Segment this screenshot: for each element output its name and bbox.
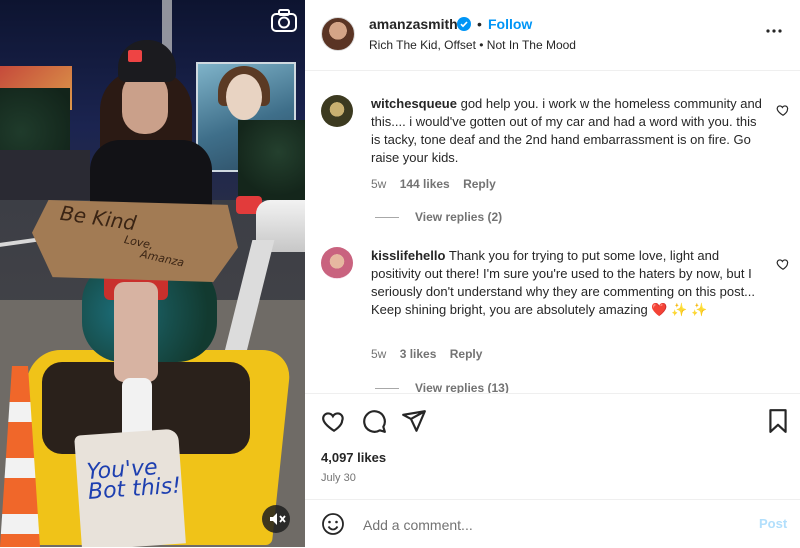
comment-username[interactable]: kisslifehello bbox=[371, 248, 445, 263]
more-options-icon[interactable] bbox=[765, 22, 783, 40]
comment-like-icon[interactable] bbox=[776, 257, 790, 271]
comment-likes[interactable]: 3 likes bbox=[400, 347, 437, 361]
post-button[interactable]: Post bbox=[759, 516, 787, 531]
sign-text: Be Kind bbox=[58, 200, 138, 236]
camera-icon[interactable] bbox=[270, 8, 298, 34]
comments-list: witchesqueue god help you. i work w the … bbox=[305, 71, 800, 393]
comment-icon[interactable] bbox=[361, 408, 387, 434]
bag-text: You've Bot this! bbox=[85, 455, 182, 505]
separator-dot: • bbox=[477, 16, 482, 32]
comment-meta: 5w 3 likes Reply bbox=[371, 347, 492, 361]
post-details: amanzasmith • Follow Rich The Kid, Offse… bbox=[305, 0, 800, 547]
comment-username[interactable]: witchesqueue bbox=[371, 96, 457, 111]
replies-divider bbox=[375, 388, 399, 390]
trees-right bbox=[238, 120, 305, 200]
comment-body: witchesqueue god help you. i work w the … bbox=[371, 95, 767, 167]
verified-badge-icon bbox=[457, 17, 471, 31]
legs bbox=[114, 282, 158, 382]
sign-signature: Amanza bbox=[139, 247, 186, 270]
post-media[interactable]: Be Kind Love, Amanza You've Bot this! bbox=[0, 0, 305, 547]
comment-body: kisslifehello Thank you for trying to pu… bbox=[371, 247, 767, 319]
replies-divider bbox=[375, 217, 399, 219]
speaker-muted-icon[interactable] bbox=[262, 505, 290, 533]
avatar[interactable] bbox=[321, 17, 355, 51]
comment-avatar[interactable] bbox=[321, 247, 353, 279]
post-actions: 4,097 likes July 30 bbox=[305, 393, 800, 500]
comment-input[interactable] bbox=[361, 510, 725, 540]
comment-composer: Post bbox=[305, 499, 800, 548]
emoji-icon[interactable] bbox=[321, 512, 345, 536]
reply-button[interactable]: Reply bbox=[463, 177, 496, 191]
author-username[interactable]: amanzasmith bbox=[369, 16, 458, 32]
paper-bag: You've Bot this! bbox=[74, 428, 186, 547]
comment-avatar[interactable] bbox=[321, 95, 353, 127]
comment-age: 5w bbox=[371, 177, 387, 191]
view-replies-button[interactable]: View replies (13) bbox=[375, 381, 509, 393]
bookmark-icon[interactable] bbox=[765, 408, 791, 434]
post-header: amanzasmith • Follow Rich The Kid, Offse… bbox=[305, 0, 800, 71]
comment-like-icon[interactable] bbox=[776, 103, 790, 117]
reply-button[interactable]: Reply bbox=[450, 347, 483, 361]
comment-likes[interactable]: 144 likes bbox=[400, 177, 450, 191]
view-replies-button[interactable]: View replies (2) bbox=[375, 210, 502, 224]
audio-track[interactable]: Rich The Kid, Offset • Not In The Mood bbox=[369, 38, 576, 52]
heart-icon[interactable] bbox=[321, 408, 347, 434]
hat-logo bbox=[128, 50, 142, 62]
comment-meta: 5w 144 likes Reply bbox=[371, 177, 506, 191]
comment-age: 5w bbox=[371, 347, 387, 361]
share-icon[interactable] bbox=[401, 408, 427, 434]
follow-button[interactable]: Follow bbox=[488, 16, 532, 32]
cardboard-sign: Be Kind Love, Amanza bbox=[32, 200, 238, 282]
post-date: July 30 bbox=[321, 472, 356, 484]
likes-count[interactable]: 4,097 likes bbox=[321, 450, 386, 465]
